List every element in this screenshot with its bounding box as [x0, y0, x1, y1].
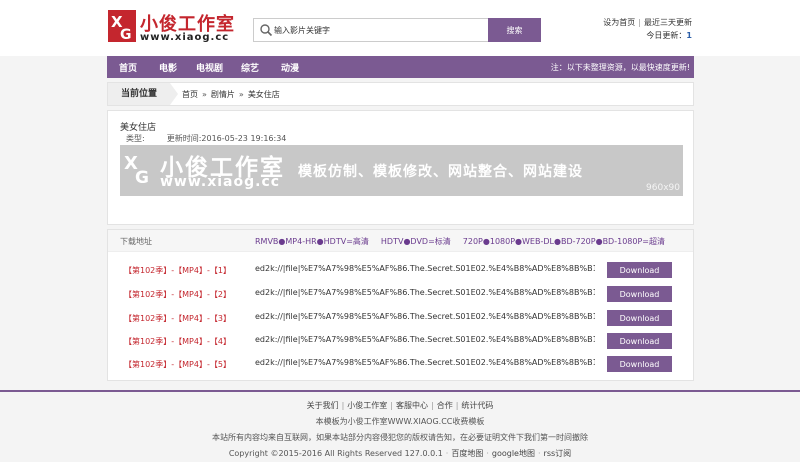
download-button[interactable]: Download [607, 262, 672, 278]
format-uhd: 720P●1080P●WEB-DL●BD-720P●BD-1080P=超清 [462, 237, 665, 246]
download-button[interactable]: Download [607, 310, 672, 326]
footer-link-support[interactable]: 客服中心 [396, 401, 428, 410]
footer-link-google-map[interactable]: google地图 [492, 449, 535, 458]
footer-link-about[interactable]: 关于我们 [307, 401, 339, 410]
nav-notice: 注：以下未整理资源，以最快速度更新! [550, 63, 690, 72]
main-nav: 首页 电影 电视剧 综艺 动漫 注：以下未整理资源，以最快速度更新! [107, 56, 694, 78]
format-hd: RMVB●MP4-HR●HDTV=高清 [255, 237, 369, 246]
movie-meta: 类型: 更新时间:2016-05-23 19:16:34 [126, 133, 286, 144]
download-panel: 下载地址 RMVB●MP4-HR●HDTV=高清 HDTV●DVD=标清 720P●… [107, 229, 694, 381]
footer-copyright: Copyright ©2015-2016 All Rights Reserved… [228, 449, 443, 458]
site-header: X G 小俊工作室 www.xiaog.cc 搜索 设为首页|最近三天更新 今日… [0, 0, 800, 56]
episode-label[interactable]: 【第102季】-【MP4】-【4】 [124, 336, 231, 347]
update-time-value: 2016-05-23 19:16:34 [201, 134, 287, 143]
footer-link-partner[interactable]: 合作 [437, 401, 453, 410]
breadcrumb-current: 美女住店 [247, 90, 280, 99]
set-home-link[interactable]: 设为首页 [603, 18, 635, 27]
download-row: 【第102季】-【MP4】-【1】 ed2k://|file|%E7%A7%98… [108, 261, 693, 279]
download-row: 【第102季】-【MP4】-【4】 ed2k://|file|%E7%A7%98… [108, 332, 693, 350]
today-updates-label: 今日更新： [646, 31, 687, 40]
download-row: 【第102季】-【MP4】-【2】 ed2k://|file|%E7%A7%98… [108, 285, 693, 303]
download-link[interactable]: ed2k://|file|%E7%A7%98%E5%AF%86.The.Secr… [255, 335, 595, 344]
logo-mark-icon: X G [108, 10, 136, 42]
footer-link-studio[interactable]: 小俊工作室 [347, 401, 387, 410]
breadcrumb: 当前位置 首页» 剧情片» 美女住店 [107, 82, 694, 106]
footer-link-baidu-map[interactable]: 百度地图 [451, 449, 483, 458]
footer-disclaimer: 本站所有内容均来自互联网，如果本站部分内容侵犯您的版权请告知，在必要证明文件下我… [212, 433, 588, 442]
movie-detail-panel: 美女住店 类型: 更新时间:2016-05-23 19:16:34 X G 小俊工… [107, 110, 694, 225]
footer-copyright-line: Copyright ©2015-2016 All Rights Reserved… [228, 449, 572, 458]
download-row: 【第102季】-【MP4】-【5】 ed2k://|file|%E7%A7%98… [108, 355, 693, 373]
download-link[interactable]: ed2k://|file|%E7%A7%98%E5%AF%86.The.Secr… [255, 288, 595, 297]
episode-label[interactable]: 【第102季】-【MP4】-【1】 [124, 265, 231, 276]
download-header: 下载地址 RMVB●MP4-HR●HDTV=高清 HDTV●DVD=标清 720P●… [108, 230, 693, 252]
banner-logo-icon: X G [124, 153, 149, 185]
banner-slogan: 模板仿制、模板修改、网站整合、网站建设 [298, 164, 583, 180]
movie-type-label: 类型: [126, 134, 145, 143]
update-time-label: 更新时间: [166, 134, 202, 143]
download-button[interactable]: Download [607, 286, 672, 302]
breadcrumb-home-link[interactable]: 首页 [182, 90, 198, 99]
site-footer: 关于我们 | 小俊工作室 | 客服中心 | 合作 | 统计代码 本模板为小俊工作室WWW.XIA… [0, 398, 800, 462]
footer-template-notice: 本模板为小俊工作室WWW.XIAOG.CC收费模板 [315, 417, 485, 426]
breadcrumb-category-link[interactable]: 剧情片 [211, 90, 235, 99]
format-sd: HDTV●DVD=标清 [380, 237, 451, 246]
nav-item-variety[interactable]: 综艺 [241, 61, 259, 74]
footer-link-stats[interactable]: 统计代码 [461, 401, 493, 410]
site-logo[interactable]: X G 小俊工作室 www.xiaog.cc [108, 10, 234, 44]
search-button[interactable]: 搜索 [488, 18, 541, 42]
nav-item-movies[interactable]: 电影 [159, 61, 177, 74]
download-row: 【第102季】-【MP4】-【3】 ed2k://|file|%E7%A7%98… [108, 309, 693, 327]
download-label: 下载地址 [120, 237, 152, 246]
breadcrumb-label: 当前位置 [108, 83, 170, 105]
top-links: 设为首页 | 最近三天更新 今日更新：1 [603, 18, 692, 40]
nav-item-tv-series[interactable]: 电视剧 [196, 61, 223, 74]
banner-url: www.xiaog.cc [160, 174, 281, 190]
download-button[interactable]: Download [607, 356, 672, 372]
footer-links: 关于我们 | 小俊工作室 | 客服中心 | 合作 | 统计代码 [306, 401, 494, 410]
download-link[interactable]: ed2k://|file|%E7%A7%98%E5%AF%86.The.Secr… [255, 358, 595, 367]
logo-url: www.xiaog.cc [140, 32, 230, 43]
nav-item-anime[interactable]: 动漫 [281, 61, 299, 74]
latest-updates-link[interactable]: 最近三天更新 [644, 18, 692, 27]
nav-item-home[interactable]: 首页 [119, 61, 137, 74]
footer-divider [0, 390, 800, 392]
episode-label[interactable]: 【第102季】-【MP4】-【3】 [124, 313, 231, 324]
banner-size-label: 960x90 [646, 183, 680, 193]
breadcrumb-path: 首页» 剧情片» 美女住店 [182, 90, 280, 99]
movie-title: 美女住店 [120, 123, 157, 133]
svg-text:G: G [135, 168, 149, 185]
download-link[interactable]: ed2k://|file|%E7%A7%98%E5%AF%86.The.Secr… [255, 264, 595, 273]
episode-label[interactable]: 【第102季】-【MP4】-【2】 [124, 289, 231, 300]
search-box: 搜索 [253, 18, 541, 42]
search-icon [260, 24, 273, 37]
breadcrumb-arrow [170, 83, 178, 105]
format-legend: RMVB●MP4-HR●HDTV=高清 HDTV●DVD=标清 720P●1080P… [255, 236, 677, 247]
svg-text:G: G [120, 27, 132, 42]
download-link[interactable]: ed2k://|file|%E7%A7%98%E5%AF%86.The.Secr… [255, 312, 595, 321]
episode-label[interactable]: 【第102季】-【MP4】-【5】 [124, 359, 231, 370]
footer-link-rss[interactable]: rss订阅 [544, 449, 572, 458]
today-updates-count: 1 [686, 31, 692, 40]
download-button[interactable]: Download [607, 333, 672, 349]
ad-banner[interactable]: X G 小俊工作室 www.xiaog.cc 模板仿制、模板修改、网站整合、网站… [120, 145, 683, 196]
search-input[interactable] [274, 21, 484, 39]
